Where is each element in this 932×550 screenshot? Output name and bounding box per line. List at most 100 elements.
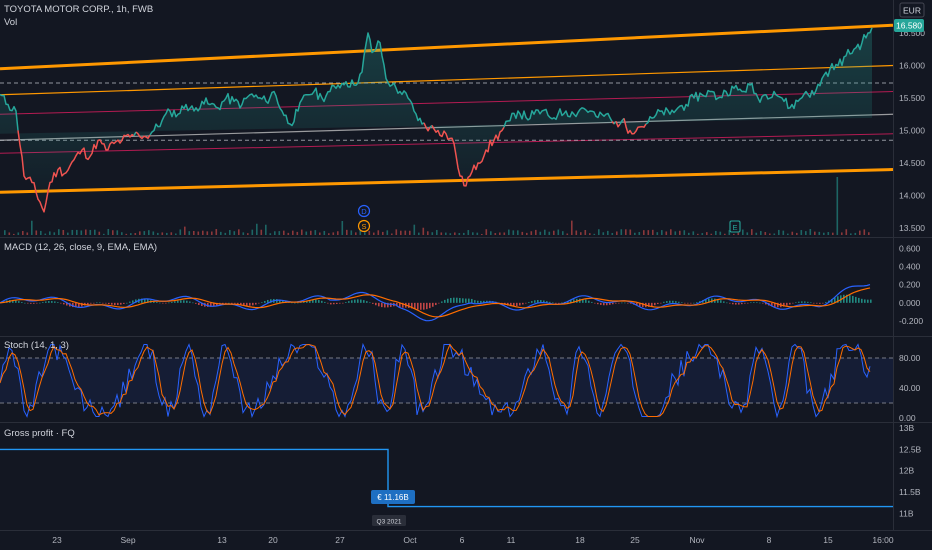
macd-histogram-bar bbox=[228, 302, 230, 304]
volume-bar bbox=[737, 232, 740, 235]
volume-bar bbox=[607, 230, 609, 235]
macd-histogram-bar bbox=[336, 302, 338, 305]
macd-histogram-bar bbox=[417, 302, 419, 310]
time-tick: Nov bbox=[689, 535, 705, 545]
volume-bar bbox=[94, 229, 96, 235]
macd-histogram-bar bbox=[111, 302, 113, 305]
volume-bar bbox=[584, 230, 587, 235]
macd-histogram-bar bbox=[525, 302, 527, 304]
volume-bar bbox=[611, 232, 614, 235]
macd-histogram-bar bbox=[447, 298, 449, 303]
volume-bar bbox=[598, 229, 600, 235]
volume-bar bbox=[845, 229, 848, 235]
volume-bar bbox=[526, 232, 528, 235]
time-tick: 6 bbox=[460, 535, 465, 545]
volume-bar bbox=[827, 232, 830, 235]
volume-bar bbox=[355, 232, 357, 235]
macd-histogram-bar bbox=[36, 302, 38, 304]
macd-histogram-bar bbox=[372, 302, 374, 304]
volume-bar bbox=[661, 230, 663, 235]
gross-value-text: € 11.16B bbox=[377, 493, 408, 502]
stoch-band bbox=[0, 358, 893, 403]
volume-bar bbox=[427, 231, 429, 235]
macd-histogram-bar bbox=[351, 300, 353, 303]
macd-histogram-bar bbox=[723, 301, 725, 303]
macd-histogram-bar bbox=[798, 301, 800, 303]
macd-histogram-bar bbox=[24, 302, 26, 304]
volume-bar bbox=[593, 233, 596, 235]
volume-bar bbox=[602, 232, 605, 235]
volume-bar bbox=[472, 232, 474, 235]
macd-histogram-bar bbox=[432, 302, 434, 307]
macd-histogram-bar bbox=[369, 302, 371, 304]
volume-bar bbox=[769, 233, 771, 235]
symbol-title[interactable]: TOYOTA MOTOR CORP., 1h, FWB bbox=[4, 4, 153, 15]
macd-histogram-bar bbox=[318, 300, 320, 303]
volume-bar bbox=[188, 231, 191, 235]
volume-bar bbox=[418, 232, 420, 235]
macd-histogram-bar bbox=[342, 302, 344, 304]
macd-tick: 0.600 bbox=[899, 244, 921, 254]
volume-bar bbox=[854, 232, 857, 235]
macd-histogram-bar bbox=[339, 302, 341, 304]
volume-bar bbox=[733, 233, 735, 235]
gross-tick: 11B bbox=[899, 508, 914, 518]
volume-bar bbox=[440, 232, 443, 235]
volume-bar bbox=[868, 232, 870, 235]
macd-histogram-bar bbox=[606, 302, 608, 306]
macd-histogram-bar bbox=[264, 300, 266, 303]
volume-bar bbox=[809, 229, 812, 235]
macd-histogram-bar bbox=[870, 299, 872, 303]
gross-profit-pane bbox=[0, 448, 893, 508]
price-tick: 16.000 bbox=[899, 61, 925, 71]
volume-bar bbox=[778, 229, 780, 235]
volume-bar bbox=[49, 231, 51, 235]
volume-bar bbox=[422, 227, 425, 235]
stoch-label[interactable]: Stoch (14, 1, 3) bbox=[4, 340, 69, 351]
macd-histogram-bar bbox=[744, 302, 746, 304]
macd-histogram-bar bbox=[822, 302, 824, 304]
macd-histogram-bar bbox=[429, 302, 431, 309]
macd-histogram-bar bbox=[477, 300, 479, 303]
macd-histogram-bar bbox=[858, 297, 860, 303]
price-tick: 14.500 bbox=[899, 158, 925, 168]
volume-bar bbox=[35, 230, 38, 235]
macd-histogram-bar bbox=[729, 302, 731, 304]
volume-bar bbox=[391, 233, 393, 235]
time-tick: 15 bbox=[823, 535, 833, 545]
macd-histogram-bar bbox=[333, 302, 335, 305]
volume-bar bbox=[400, 230, 402, 235]
volume-bar bbox=[368, 230, 371, 235]
gross-profit-label[interactable]: Gross profit · FQ bbox=[4, 428, 75, 439]
macd-histogram-bar bbox=[597, 302, 599, 305]
volume-bar bbox=[386, 230, 389, 235]
chart-canvas[interactable]: 16.50016.00015.50015.00014.50014.00013.5… bbox=[0, 0, 932, 550]
volume-bar bbox=[409, 230, 411, 235]
macd-label[interactable]: MACD (12, 26, close, 9, EMA, EMA) bbox=[4, 242, 157, 253]
volume-bar bbox=[382, 231, 384, 235]
volume-bar bbox=[287, 232, 290, 235]
macd-histogram-bar bbox=[165, 302, 167, 304]
volume-bar bbox=[26, 232, 29, 235]
macd-histogram-bar bbox=[354, 299, 356, 303]
volume-bar bbox=[710, 233, 713, 235]
macd-histogram-bar bbox=[297, 302, 299, 304]
volume-bar bbox=[341, 221, 344, 235]
volume-bar bbox=[71, 229, 74, 235]
volume-bar bbox=[134, 233, 137, 235]
volume-bar bbox=[238, 229, 240, 235]
macd-histogram-bar bbox=[123, 302, 125, 304]
volume-bar bbox=[625, 229, 627, 235]
volume-bar bbox=[220, 231, 222, 235]
volume-label[interactable]: Vol bbox=[4, 17, 17, 28]
volume-bar bbox=[719, 231, 722, 235]
macd-histogram-bar bbox=[810, 302, 812, 304]
macd-histogram-bar bbox=[675, 301, 677, 303]
volume-bar bbox=[485, 229, 488, 235]
volume-bar bbox=[76, 229, 78, 235]
macd-histogram-bar bbox=[234, 302, 236, 304]
macd-histogram-bar bbox=[390, 302, 392, 307]
volume-bar bbox=[841, 232, 843, 235]
volume-bar bbox=[58, 229, 60, 235]
volume-bar bbox=[656, 232, 659, 235]
